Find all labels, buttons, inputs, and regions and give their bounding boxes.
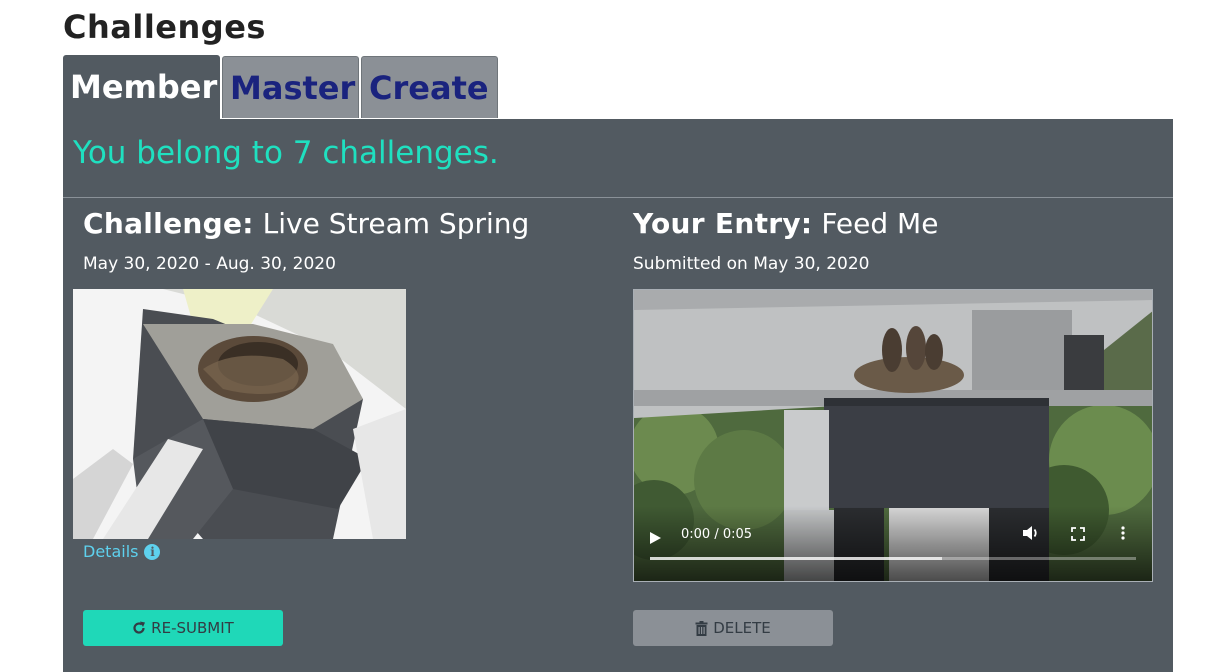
play-icon[interactable] bbox=[650, 532, 661, 544]
fullscreen-icon[interactable] bbox=[1071, 526, 1085, 545]
challenge-heading-label: Challenge: bbox=[83, 207, 254, 240]
resubmit-button[interactable]: RE-SUBMIT bbox=[83, 610, 283, 646]
entry-video-player[interactable]: 0:00 / 0:05 bbox=[633, 289, 1153, 582]
entry-heading: Your Entry: Feed Me bbox=[633, 207, 938, 240]
resubmit-label: RE-SUBMIT bbox=[151, 619, 234, 637]
delete-button[interactable]: DELETE bbox=[633, 610, 833, 646]
entry-heading-label: Your Entry: bbox=[633, 207, 813, 240]
redo-icon bbox=[132, 621, 146, 635]
tab-bar: Member Master Create bbox=[63, 55, 500, 119]
nest-photo bbox=[73, 289, 406, 539]
entry-submitted-date: Submitted on May 30, 2020 bbox=[633, 254, 870, 274]
page-title: Challenges bbox=[63, 8, 266, 46]
divider bbox=[63, 197, 1173, 198]
details-label: Details bbox=[83, 542, 139, 561]
page: Challenges Member Master Create You belo… bbox=[0, 0, 1229, 672]
details-link[interactable]: Details i bbox=[83, 542, 161, 561]
more-vertical-icon[interactable] bbox=[1120, 525, 1126, 545]
tab-master[interactable]: Master bbox=[222, 56, 359, 118]
challenge-name: Live Stream Spring bbox=[262, 207, 530, 240]
tab-create[interactable]: Create bbox=[361, 56, 498, 118]
challenge-heading: Challenge: Live Stream Spring bbox=[83, 207, 529, 240]
volume-icon[interactable] bbox=[1022, 525, 1040, 545]
info-icon: i bbox=[144, 543, 161, 560]
video-controls: 0:00 / 0:05 bbox=[634, 506, 1152, 581]
video-buffer-fill bbox=[650, 557, 942, 560]
video-progress-bar[interactable] bbox=[650, 557, 1136, 560]
tab-member[interactable]: Member bbox=[63, 55, 220, 119]
trash-icon bbox=[695, 620, 708, 636]
challenge-date-range: May 30, 2020 - Aug. 30, 2020 bbox=[83, 254, 336, 274]
member-panel: You belong to 7 challenges. Challenge: L… bbox=[63, 119, 1173, 672]
video-time: 0:00 / 0:05 bbox=[681, 527, 753, 542]
challenge-thumbnail[interactable] bbox=[73, 289, 406, 539]
delete-label: DELETE bbox=[713, 619, 771, 637]
entry-name: Feed Me bbox=[821, 207, 939, 240]
membership-summary: You belong to 7 challenges. bbox=[73, 135, 499, 171]
